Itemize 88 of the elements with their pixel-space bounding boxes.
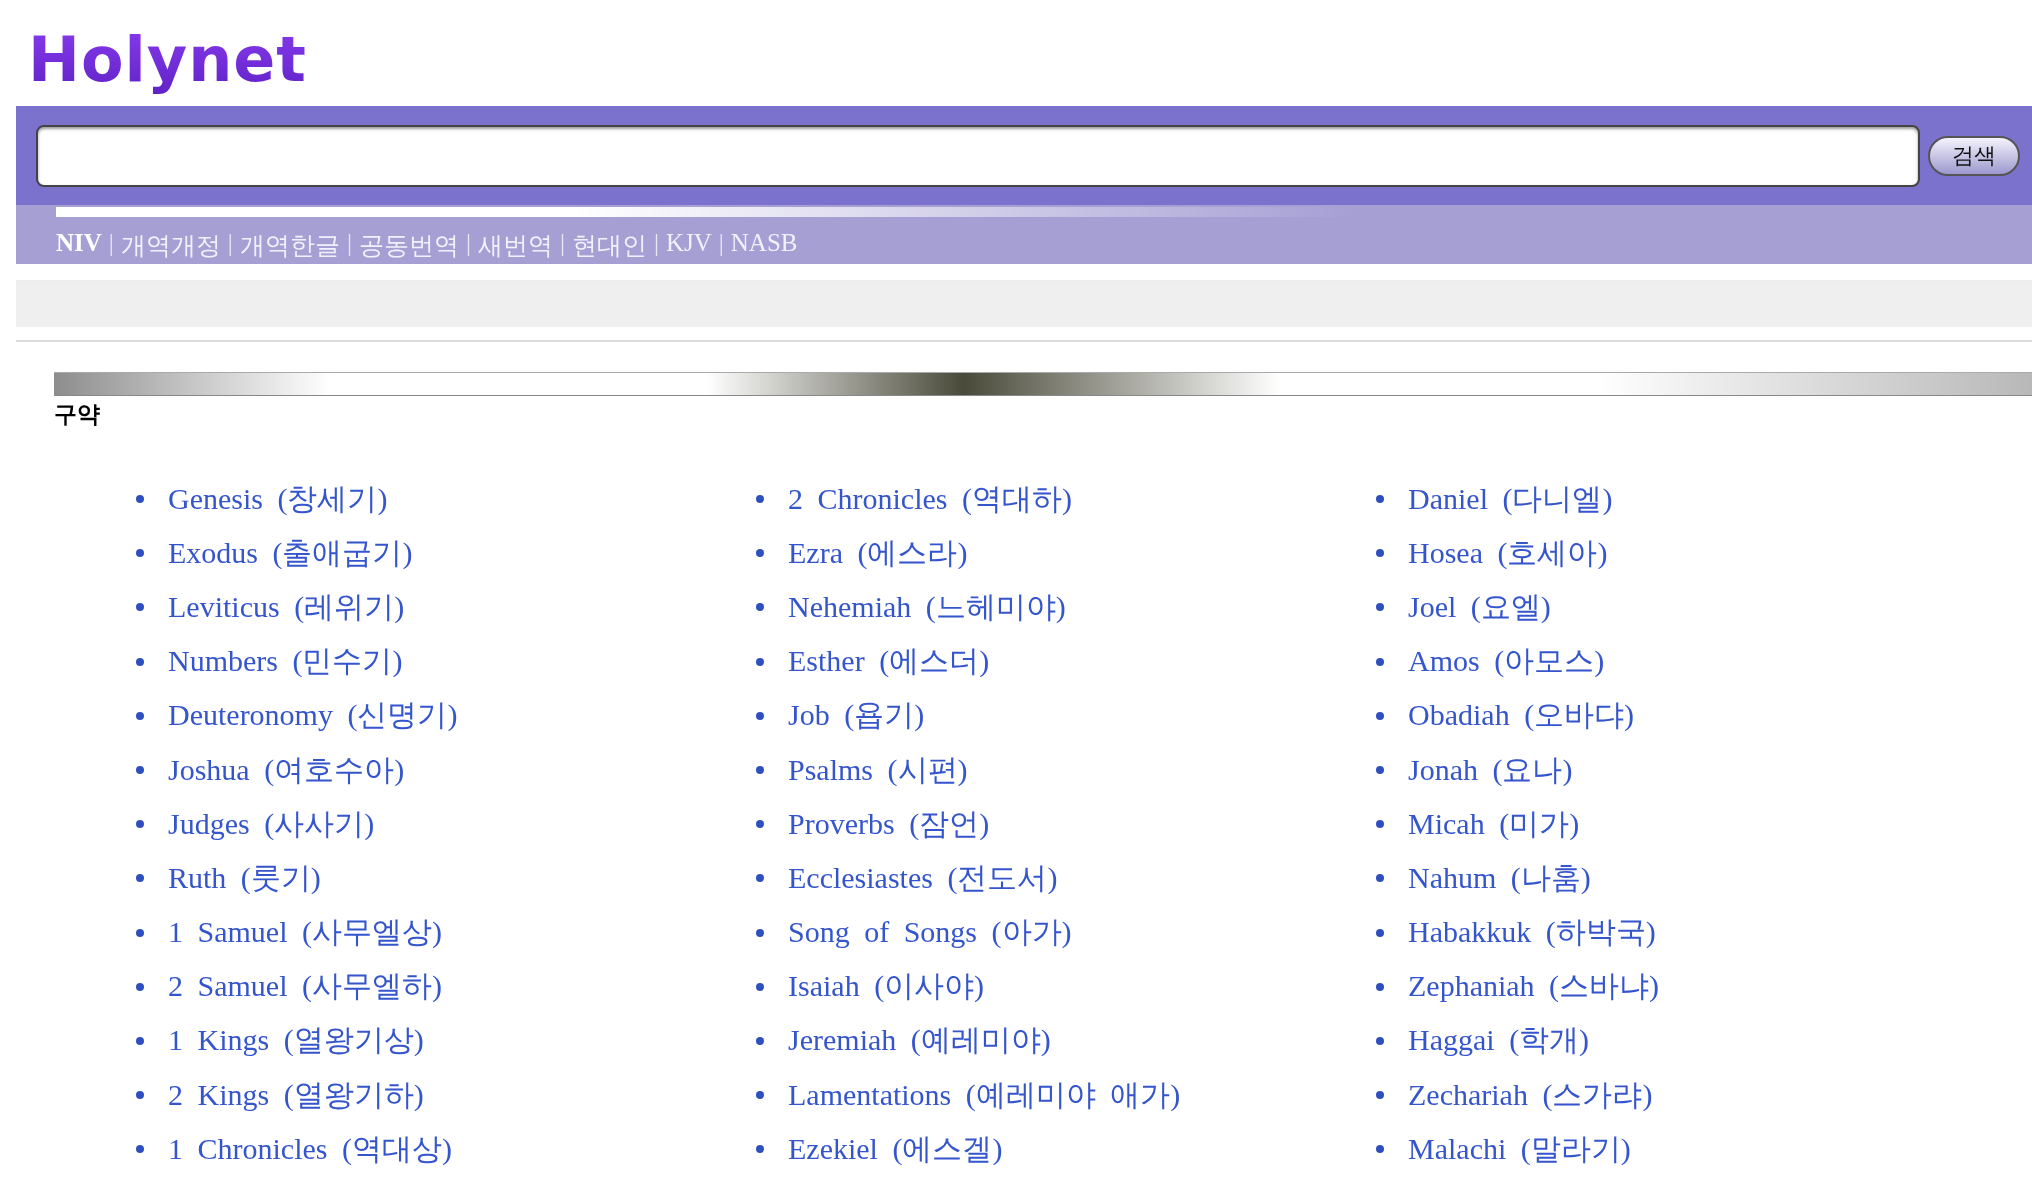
bullet-icon xyxy=(136,1091,144,1100)
book-link[interactable]: Judges (사사기) xyxy=(168,803,375,845)
bullet-icon xyxy=(136,766,144,775)
book-link[interactable]: Obadiah (오바댜) xyxy=(1408,695,1635,737)
bullet-icon xyxy=(1376,549,1384,558)
book-link[interactable]: Joel (요엘) xyxy=(1408,586,1551,628)
book-link[interactable]: Nahum (나훔) xyxy=(1408,857,1591,899)
book-link[interactable]: Joshua (여호수아) xyxy=(168,749,405,791)
book-link[interactable]: Jonah (요나) xyxy=(1408,749,1573,791)
bullet-icon xyxy=(756,1036,764,1045)
bullet-icon xyxy=(756,928,764,937)
book-link[interactable]: 1 Samuel (사무엘상) xyxy=(168,912,442,954)
book-link[interactable]: Zechariah (스가랴) xyxy=(1408,1074,1653,1116)
book-link[interactable]: 2 Kings (열왕기하) xyxy=(168,1074,424,1116)
book-link[interactable]: Jeremiah (예레미야) xyxy=(788,1020,1051,1062)
bullet-icon xyxy=(756,711,764,720)
book-link[interactable]: Malachi (말라기) xyxy=(1408,1128,1631,1170)
bullet-icon xyxy=(756,982,764,991)
bullet-icon xyxy=(756,1091,764,1100)
bullet-icon xyxy=(136,711,144,720)
bullet-icon xyxy=(136,1145,144,1154)
book-link[interactable]: Genesis (창세기) xyxy=(168,478,388,520)
bullet-icon xyxy=(136,549,144,558)
book-link[interactable]: Lamentations (예레미야 애가) xyxy=(788,1074,1181,1116)
bullet-icon xyxy=(136,603,144,612)
bullet-icon xyxy=(1376,766,1384,775)
bullet-icon xyxy=(1376,711,1384,720)
book-link[interactable]: Job (욥기) xyxy=(788,695,925,737)
book-link[interactable]: Ruth (룻기) xyxy=(168,857,321,899)
book-link[interactable]: Proverbs (잠언) xyxy=(788,803,990,845)
separator: | xyxy=(465,229,471,258)
bullet-icon xyxy=(1376,1145,1384,1154)
bullet-icon xyxy=(1376,495,1384,504)
separator: | xyxy=(227,229,233,258)
bullet-icon xyxy=(136,982,144,991)
book-link[interactable]: Hosea (호세아) xyxy=(1408,532,1608,574)
book-link[interactable]: Daniel (다니엘) xyxy=(1408,478,1613,520)
bullet-icon xyxy=(756,495,764,504)
book-link[interactable]: Ecclesiastes (전도서) xyxy=(788,857,1058,899)
bullet-icon xyxy=(136,928,144,937)
book-link[interactable]: 2 Samuel (사무엘하) xyxy=(168,966,442,1008)
bullet-icon xyxy=(1376,874,1384,883)
bullet-icon xyxy=(136,657,144,666)
book-link[interactable]: 1 Chronicles (역대상) xyxy=(168,1128,452,1170)
separator: | xyxy=(718,229,724,258)
book-link[interactable]: Zephaniah (스바냐) xyxy=(1408,966,1660,1008)
bullet-icon xyxy=(1376,603,1384,612)
separator: | xyxy=(108,229,114,258)
bullet-icon xyxy=(756,874,764,883)
book-link[interactable]: Nehemiah (느헤미야) xyxy=(788,586,1066,628)
search-button[interactable]: 검색 xyxy=(1928,135,2020,176)
bullet-icon xyxy=(756,1145,764,1154)
bullet-icon xyxy=(756,766,764,775)
bullet-icon xyxy=(136,874,144,883)
book-link[interactable]: Ezekiel (에스겔) xyxy=(788,1128,1003,1170)
search-field[interactable] xyxy=(36,124,1920,187)
separator: | xyxy=(346,229,352,258)
book-link[interactable]: Leviticus (레위기) xyxy=(168,586,405,628)
separator: | xyxy=(559,229,565,258)
book-link[interactable]: Esther (에스더) xyxy=(788,641,990,683)
book-link[interactable]: Ezra (에스라) xyxy=(788,532,968,574)
bullet-icon xyxy=(756,820,764,829)
book-link[interactable]: Isaiah (이사야) xyxy=(788,966,985,1008)
bullet-icon xyxy=(1376,820,1384,829)
book-link[interactable]: Song of Songs (아가) xyxy=(788,912,1072,954)
book-link[interactable]: Exodus (출애굽기) xyxy=(168,532,413,574)
book-link[interactable]: Psalms (시편) xyxy=(788,749,968,791)
bullet-icon xyxy=(136,820,144,829)
book-link[interactable]: Amos (아모스) xyxy=(1408,641,1605,683)
bullet-icon xyxy=(756,657,764,666)
book-link[interactable]: Numbers (민수기) xyxy=(168,641,403,683)
book-link[interactable]: Micah (미가) xyxy=(1408,803,1580,845)
bullet-icon xyxy=(1376,657,1384,666)
bullet-icon xyxy=(136,1036,144,1045)
book-link[interactable]: Deuteronomy (신명기) xyxy=(168,695,458,737)
bullet-icon xyxy=(756,603,764,612)
bullet-icon xyxy=(1376,928,1384,937)
bullet-icon xyxy=(1376,1091,1384,1100)
book-link[interactable]: Haggai (학개) xyxy=(1408,1020,1590,1062)
book-link[interactable]: Habakkuk (하박국) xyxy=(1408,912,1656,954)
separator: | xyxy=(653,229,659,258)
bullet-icon xyxy=(136,495,144,504)
bullet-icon xyxy=(1376,982,1384,991)
section-title: 구약 xyxy=(54,400,100,429)
bullet-icon xyxy=(756,549,764,558)
book-link[interactable]: 1 Kings (열왕기상) xyxy=(168,1020,424,1062)
bullet-icon xyxy=(1376,1036,1384,1045)
book-link[interactable]: 2 Chronicles (역대하) xyxy=(788,478,1072,520)
